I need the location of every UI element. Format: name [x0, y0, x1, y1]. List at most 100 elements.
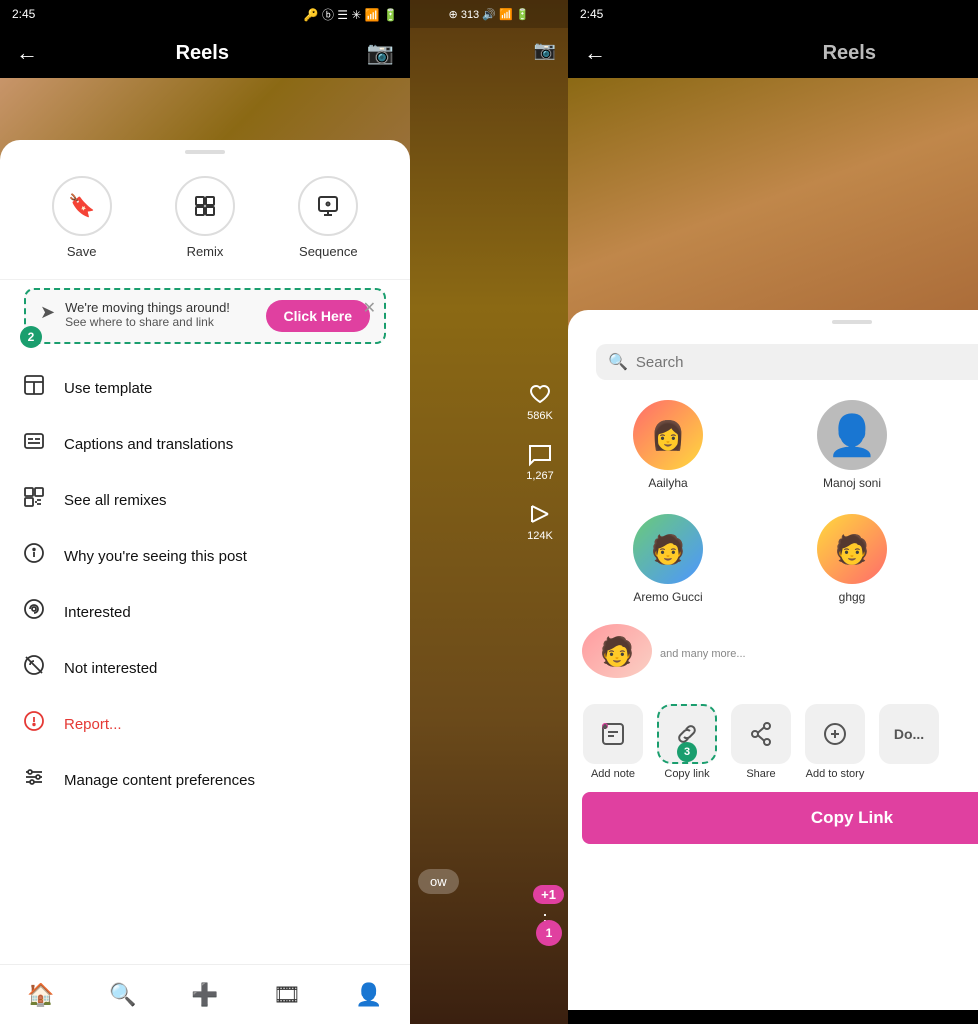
save-icon: 🔖: [52, 176, 112, 236]
share-label: Share: [746, 768, 775, 780]
time-right: 2:45: [580, 7, 603, 21]
interested-icon: [20, 598, 48, 626]
see-all-remixes-label: See all remixes: [64, 492, 167, 509]
contacts-grid: 👩 Aailyha 👤 Manoj soni 👦 KKyalay 🧑: [568, 390, 978, 614]
bottom-sheet-left: 🔖 Save Remix: [0, 140, 410, 1000]
heart-button-mid[interactable]: 586K: [526, 380, 554, 422]
mid-status: ⊕ 313 🔊 📶 🔋: [410, 0, 568, 28]
menu-item-interested[interactable]: Interested: [0, 584, 410, 640]
manage-prefs-label: Manage content preferences: [64, 772, 255, 789]
comment-button-mid[interactable]: 1,267: [526, 440, 554, 482]
menu-item-manage-prefs[interactable]: Manage content preferences: [0, 752, 410, 808]
contacts-partial-row: 🧑 and many more...: [568, 614, 978, 694]
middle-reel-strip: ⊕ 313 🔊 📶 🔋 📷 586K 1,267 124K ow: [410, 0, 568, 1024]
svg-text:+: +: [604, 725, 607, 731]
report-icon: [20, 710, 48, 738]
sequence-button[interactable]: Sequence: [298, 176, 358, 259]
share-action[interactable]: Share: [726, 704, 796, 780]
add-to-story-icon: [805, 704, 865, 764]
step-badge-1: 1: [536, 920, 562, 946]
contact-name-ghgg: ghgg: [839, 590, 866, 604]
contact-kaijama[interactable]: 🧒 kaijama2022: [946, 504, 978, 614]
share-icon: [731, 704, 791, 764]
promo-close-button[interactable]: ✕: [363, 298, 376, 318]
add-note-action[interactable]: + Add note: [578, 704, 648, 780]
contact-manoj[interactable]: 👤 Manoj soni: [762, 390, 942, 500]
report-label: Report...: [64, 716, 122, 733]
step-badge-2: 2: [20, 326, 42, 348]
how-button[interactable]: ow: [418, 869, 459, 894]
contact-aremo[interactable]: 🧑 Aremo Gucci: [578, 504, 758, 614]
right-panel: 2:45 🔑 🔊 ✳ 📶 🔋 ← Reels 📷 🔍 👥+ 👩 Aaily: [568, 0, 978, 1024]
menu-item-why-seeing[interactable]: Why you're seeing this post: [0, 528, 410, 584]
status-bar-left: 2:45 🔑 ⓑ ☰ ✳ 📶 🔋: [0, 0, 410, 28]
contact-avatar-aremo: 🧑: [633, 514, 703, 584]
bottom-nav: 🏠 🔍 ➕ 🎞 👤: [0, 964, 410, 1024]
why-seeing-label: Why you're seeing this post: [64, 548, 247, 565]
more-share-action[interactable]: Do...: [874, 704, 944, 780]
contact-avatar-ghgg: 🧑: [817, 514, 887, 584]
manage-prefs-icon: [20, 766, 48, 794]
menu-item-not-interested[interactable]: Not interested: [0, 640, 410, 696]
page-title-right: Reels: [823, 42, 876, 65]
sheet-handle: [185, 150, 225, 154]
page-title-left: Reels: [176, 42, 229, 65]
nav-reels[interactable]: 🎞: [273, 982, 301, 1008]
remixes-icon: [20, 486, 48, 514]
back-icon-left[interactable]: ←: [16, 40, 38, 66]
nav-search[interactable]: 🔍: [109, 982, 136, 1008]
status-icons-left: 🔑 ⓑ ☰ ✳ 📶 🔋: [304, 6, 398, 23]
nav-profile[interactable]: 👤: [355, 982, 382, 1008]
add-to-story-action[interactable]: Add to story: [800, 704, 870, 780]
search-icon: 🔍: [608, 352, 628, 372]
nav-create[interactable]: ➕: [191, 982, 218, 1008]
sequence-label: Sequence: [299, 244, 358, 259]
mid-camera-icon[interactable]: 📷: [534, 40, 556, 61]
contact-ghgg[interactable]: 🧑 ghgg: [762, 504, 942, 614]
contact-name-manoj: Manoj soni: [823, 476, 881, 490]
back-icon-right[interactable]: ←: [584, 40, 606, 66]
reel-actions-mid: 586K 1,267 124K: [526, 380, 554, 542]
captions-label: Captions and translations: [64, 436, 233, 453]
partial-text: and many more...: [660, 614, 978, 694]
camera-icon-left[interactable]: 📷: [367, 40, 394, 66]
top-nav-right: ← Reels 📷: [568, 28, 978, 78]
remix-label: Remix: [187, 244, 224, 259]
add-note-icon: +: [583, 704, 643, 764]
copy-link-action[interactable]: Copy link 3: [652, 704, 722, 780]
menu-list: Use template Captions and translations: [0, 352, 410, 816]
contact-partial-1[interactable]: 🧑: [578, 614, 656, 694]
save-label: Save: [67, 244, 97, 259]
mid-nav: 📷: [410, 28, 568, 72]
action-icons-row: 🔖 Save Remix: [0, 160, 410, 280]
promo-text-line2: See where to share and link: [65, 315, 255, 329]
remix-button[interactable]: Remix: [175, 176, 235, 259]
promo-banner: ➤ We're moving things around! See where …: [12, 288, 398, 344]
copy-link-label: Copy link: [664, 768, 709, 780]
menu-item-report[interactable]: Report...: [0, 696, 410, 752]
plus-one-badge: +1: [533, 885, 564, 904]
share-sheet: 🔍 👥+ 👩 Aailyha 👤 Manoj soni 👦: [568, 310, 978, 1010]
promo-text-line1: We're moving things around!: [65, 300, 255, 315]
search-input[interactable]: [636, 354, 978, 371]
add-to-story-label: Add to story: [806, 768, 865, 780]
contact-avatar-manoj: 👤: [817, 400, 887, 470]
nav-home[interactable]: 🏠: [27, 982, 54, 1008]
promo-icon: ➤: [40, 302, 55, 323]
contact-aailyha[interactable]: 👩 Aailyha: [578, 390, 758, 500]
remix-icon: [175, 176, 235, 236]
contact-name-aailyha: Aailyha: [648, 476, 687, 490]
share-sheet-handle: [832, 320, 872, 324]
menu-item-remixes[interactable]: See all remixes: [0, 472, 410, 528]
share-button-mid[interactable]: 124K: [526, 500, 554, 542]
sequence-icon: [298, 176, 358, 236]
not-interested-icon: [20, 654, 48, 682]
contact-kkyalay[interactable]: 👦 KKyalay: [946, 390, 978, 500]
contact-name-aremo: Aremo Gucci: [633, 590, 702, 604]
status-bar-right: 2:45 🔑 🔊 ✳ 📶 🔋: [568, 0, 978, 28]
save-button[interactable]: 🔖 Save: [52, 176, 112, 259]
menu-item-captions[interactable]: Captions and translations: [0, 416, 410, 472]
promo-click-here-button[interactable]: Click Here: [266, 300, 370, 332]
menu-item-use-template[interactable]: Use template: [0, 360, 410, 416]
copy-link-button[interactable]: Copy Link: [582, 792, 978, 844]
